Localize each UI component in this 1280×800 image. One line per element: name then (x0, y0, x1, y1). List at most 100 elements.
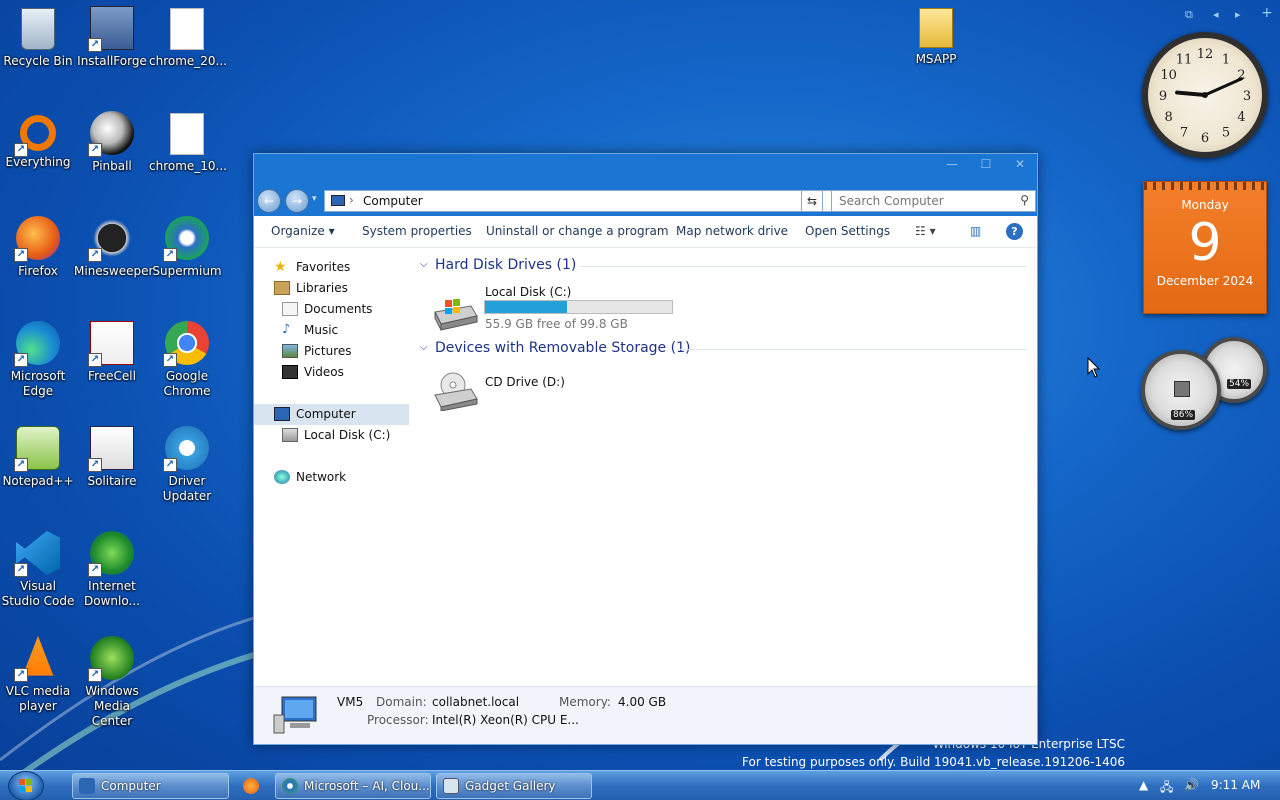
desktop-icon-label: Minesweeper (74, 264, 154, 278)
desktop-icon[interactable]: Google Chrome ↗ (149, 319, 225, 399)
taskbar-item-browser[interactable]: Microsoft – AI, Clou... (275, 773, 431, 799)
memory-value: 4.00 GB (618, 695, 667, 709)
system-properties-button[interactable]: System properties (362, 224, 472, 238)
desktop-icon[interactable]: Minesweeper ↗ (74, 214, 154, 279)
search-input[interactable] (832, 191, 1002, 211)
gadget-prev-icon[interactable]: ◂ (1213, 8, 1219, 21)
desktop-icon-label: Driver Updater (162, 474, 212, 503)
desktop-icon[interactable]: Everything ↗ (0, 109, 76, 170)
star-icon: ★ (274, 259, 287, 275)
group-divider (679, 349, 1027, 350)
cpu-gauge[interactable]: 86% (1141, 350, 1221, 430)
desktop-icon[interactable]: Pinball ↗ (74, 109, 150, 174)
nav-local-disk[interactable]: Local Disk (C:) (282, 425, 390, 445)
refresh-button[interactable]: ⇆ (801, 190, 823, 212)
desktop-icon[interactable]: Notepad++ ↗ (0, 424, 76, 489)
title-bar[interactable]: — ☐ ✕ (254, 154, 1037, 188)
desktop-icon-label: Internet Downlo... (84, 579, 140, 608)
nav-music[interactable]: ♪ Music (282, 320, 338, 340)
desktop-icon[interactable]: chrome_10... (149, 109, 227, 174)
help-icon[interactable]: ? (1006, 223, 1023, 240)
collapse-removable-icon[interactable]: ⌵ (420, 342, 428, 353)
desktop-icon[interactable]: chrome_20... (149, 4, 227, 69)
taskbar-item-computer[interactable]: Computer (72, 773, 229, 799)
desktop-icon[interactable]: Firefox ↗ (0, 214, 76, 279)
calendar-gadget[interactable]: Monday 9 December 2024 (1143, 181, 1267, 314)
network-tray-icon[interactable]: 🖧 (1160, 778, 1173, 799)
computer-large-icon (273, 696, 317, 734)
desktop-icon[interactable]: Driver Updater ↗ (149, 424, 225, 504)
desktop-icon[interactable]: Supermium ↗ (149, 214, 225, 279)
desktop-icon[interactable]: FreeCell ↗ (74, 319, 150, 384)
nav-network[interactable]: Network (274, 467, 346, 487)
clock-numeral: 1 (1222, 53, 1230, 68)
group-header-hdd[interactable]: Hard Disk Drives (1) (435, 257, 576, 273)
desktop-icon[interactable]: Internet Downlo... ↗ (74, 529, 150, 609)
forward-button[interactable]: → (285, 189, 309, 213)
taskbar-item-gadget-gallery[interactable]: Gadget Gallery (436, 773, 592, 799)
firefox-icon (243, 778, 259, 794)
desktop-icon[interactable]: InstallForge ↗ (74, 4, 150, 69)
minimize-icon[interactable]: — (935, 154, 969, 174)
organize-button[interactable]: Organize ▾ (271, 224, 335, 238)
nav-documents[interactable]: Documents (282, 299, 372, 319)
gadget-restore-icon[interactable]: ⧉ (1185, 8, 1193, 22)
desktop-icon[interactable]: VLC media player ↗ (0, 634, 76, 714)
preview-pane-icon[interactable]: ▥ (970, 224, 981, 238)
desktop-icon[interactable]: Solitaire ↗ (74, 424, 150, 489)
nav-libraries[interactable]: Libraries (274, 278, 348, 298)
desktop-icon-label: Pinball (92, 159, 132, 173)
group-divider (579, 266, 1027, 267)
shortcut-arrow-icon: ↗ (14, 668, 28, 682)
recent-pages-icon[interactable]: ▾ (312, 194, 317, 204)
view-options-icon[interactable]: ☷ ▾ (915, 224, 936, 238)
desktop-icon-label: FreeCell (88, 369, 136, 383)
domain-value: collabnet.local (432, 695, 520, 709)
desktop-icon[interactable]: Visual Studio Code ↗ (0, 529, 76, 609)
nav-pictures[interactable]: Pictures (282, 341, 352, 361)
show-hidden-icons[interactable]: ▲ (1139, 778, 1148, 792)
search-box[interactable]: ⚲ (831, 190, 1036, 212)
computer-icon (79, 778, 95, 794)
shortcut-arrow-icon: ↗ (88, 458, 102, 472)
network-icon (274, 470, 290, 484)
domain-label: Domain: (376, 695, 427, 709)
collapse-hdd-icon[interactable]: ⌵ (420, 259, 428, 270)
uninstall-program-button[interactable]: Uninstall or change a program (486, 224, 669, 238)
gadget-next-icon[interactable]: ▸ (1235, 8, 1241, 21)
gadget-add-icon[interactable]: + (1261, 5, 1273, 21)
clock-time[interactable]: 9:11 AM (1211, 778, 1260, 792)
nav-videos[interactable]: Videos (282, 362, 344, 382)
back-button[interactable]: ← (257, 189, 281, 213)
start-button[interactable] (8, 771, 44, 800)
desktop-icon[interactable]: Windows Media Center ↗ (74, 634, 150, 729)
taskbar-item-firefox[interactable] (236, 773, 268, 799)
shortcut-arrow-icon: ↗ (14, 143, 28, 157)
desktop-icon[interactable]: Recycle Bin (0, 4, 76, 69)
nav-favorites[interactable]: ★ Favorites (274, 257, 350, 277)
map-network-drive-button[interactable]: Map network drive (676, 224, 788, 238)
content-pane: ⌵ Hard Disk Drives (1) Local Disk (C:) 5… (414, 249, 1034, 689)
calendar-month-year: December 2024 (1156, 274, 1254, 288)
folder-icon (919, 8, 953, 48)
processor-value: Intel(R) Xeon(R) CPU E... (432, 713, 579, 727)
memory-label: Memory: (559, 695, 611, 709)
maximize-icon[interactable]: ☐ (969, 154, 1003, 174)
volume-icon[interactable]: 🔊 (1184, 778, 1199, 792)
address-box[interactable]: › Computer ▼ (324, 190, 846, 212)
group-header-removable[interactable]: Devices with Removable Storage (1) (435, 340, 690, 356)
explorer-window[interactable]: — ☐ ✕ ← → ▾ › Computer ▼ ⇆ ⚲ Organize ▾ … (253, 153, 1038, 745)
desktop-icon-label: Microsoft Edge (10, 369, 66, 398)
clock-numeral: 12 (1197, 47, 1214, 62)
search-icon[interactable]: ⚲ (1020, 193, 1029, 207)
open-settings-button[interactable]: Open Settings (805, 224, 890, 238)
clock-numeral: 8 (1164, 110, 1172, 125)
nav-computer[interactable]: Computer (274, 404, 356, 424)
clock-gadget[interactable]: 12 1 2 3 4 5 6 7 8 9 10 11 (1142, 32, 1268, 158)
drive-c-usage-bar (484, 300, 673, 314)
desktop-icon[interactable]: Microsoft Edge ↗ (0, 319, 76, 399)
desktop-icon[interactable]: MSAPP (898, 4, 974, 67)
shortcut-arrow-icon: ↗ (88, 143, 102, 157)
documents-icon (282, 302, 298, 316)
close-icon[interactable]: ✕ (1003, 154, 1037, 174)
